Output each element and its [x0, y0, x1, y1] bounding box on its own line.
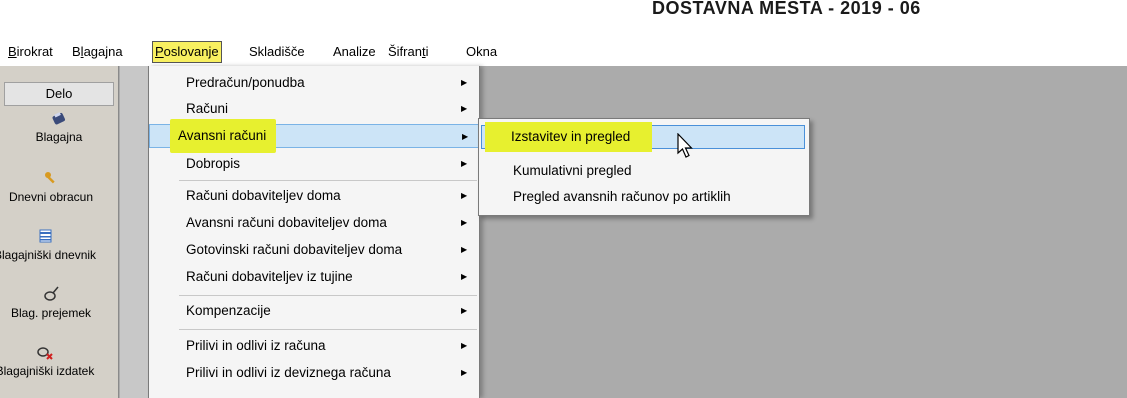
submenu-arrow-icon: ▶ — [461, 368, 468, 377]
menu-separator — [179, 329, 477, 330]
menu-item-label: Računi dobaviteljev doma — [186, 188, 341, 203]
submenu-arrow-icon: ▶ — [461, 306, 468, 315]
menu-poslovanje[interactable]: Poslovanje — [152, 41, 222, 63]
menu-item-label: Prilivi in odlivi iz deviznega računa — [186, 365, 391, 380]
menu-item-avansni-racuni[interactable]: Avansni računi ▶ — [149, 119, 479, 153]
menu-analize[interactable]: Analize — [331, 42, 378, 62]
key-icon — [0, 170, 110, 188]
submenu-arrow-icon: ▶ — [461, 78, 468, 87]
submenu-arrow-icon: ▶ — [461, 159, 468, 168]
sidebar-item-blagajna[interactable]: Blagajna — [0, 110, 118, 144]
menu-item-kompenzacije[interactable]: Kompenzacije ▶ — [149, 300, 479, 322]
menu-skladisce[interactable]: Skladišče — [247, 42, 307, 62]
sidebar-item-label: Dnevni obracun — [8, 190, 94, 204]
menu-bar: Birokrat Blagajna Poslovanje Skladišče A… — [0, 38, 1127, 66]
sidebar-item-dnevni-obracun[interactable]: Dnevni obracun — [0, 170, 110, 204]
sidebar: Delo Blagajna Dnevni obracun Blagajniški… — [0, 66, 119, 398]
submenu-arrow-icon: ▶ — [462, 132, 469, 141]
menu-item-racuni-dobaviteljev-doma[interactable]: Računi dobaviteljev doma ▶ — [149, 185, 479, 207]
menu-item-prilivi-deviznega[interactable]: Prilivi in odlivi iz deviznega računa ▶ — [149, 362, 479, 384]
poslovanje-dropdown: Predračun/ponudba ▶ Računi ▶ Avansni rač… — [148, 66, 480, 398]
sidebar-item-blagajniski-dnevnik[interactable]: Blagajniški dnevnik — [0, 228, 104, 262]
submenu-item-pregled-po-artiklih[interactable]: Pregled avansnih računov po artiklih — [479, 185, 807, 209]
menu-item-dobropis[interactable]: Dobropis ▶ — [149, 153, 479, 175]
menu-item-label: Izstavitev in pregled — [485, 122, 653, 152]
menu-item-predracun[interactable]: Predračun/ponudba ▶ — [149, 72, 479, 94]
menu-item-avansni-racuni-dobaviteljev[interactable]: Avansni računi dobaviteljev doma ▶ — [149, 212, 479, 234]
title-gap — [0, 30, 1127, 38]
menu-item-label: Pregled avansnih računov po artiklih — [513, 189, 731, 204]
submenu-arrow-icon: ▶ — [461, 191, 468, 200]
submenu-item-kumulativni[interactable]: Kumulativni pregled — [479, 159, 807, 183]
menu-item-racuni-iz-tujine[interactable]: Računi dobaviteljev iz tujine ▶ — [149, 266, 479, 288]
menu-item-gotovinski-racuni[interactable]: Gotovinski računi dobaviteljev doma ▶ — [149, 239, 479, 261]
menu-separator — [179, 295, 477, 296]
submenu-arrow-icon: ▶ — [461, 218, 468, 227]
wallet-icon — [0, 110, 118, 128]
menu-item-prilivi-racuna[interactable]: Prilivi in odlivi iz računa ▶ — [149, 335, 479, 357]
sidebar-item-label: Blagajniški dnevnik — [0, 248, 97, 262]
sidebar-item-label: Blagajniški izdatek — [0, 364, 95, 378]
submenu-arrow-icon: ▶ — [461, 341, 468, 350]
menu-item-label: Kompenzacije — [186, 303, 271, 318]
menu-separator — [179, 180, 477, 181]
mouse-cursor-icon — [677, 133, 693, 158]
menu-item-label: Gotovinski računi dobaviteljev doma — [186, 242, 403, 257]
submenu-arrow-icon: ▶ — [461, 245, 468, 254]
menu-item-label: Predračun/ponudba — [186, 75, 305, 90]
menu-okna[interactable]: Okna — [464, 42, 499, 62]
sidebar-item-blag-prejemek[interactable]: Blag. prejemek — [0, 286, 110, 320]
window-title: DOSTAVNA MESTA - 2019 - 06 — [652, 0, 921, 18]
ledger-icon — [0, 228, 104, 246]
pin-remove-icon — [0, 344, 104, 362]
sidebar-item-label: Blagajna — [35, 130, 83, 144]
menu-item-label: Avansni računi — [170, 119, 277, 153]
sidebar-item-blagajniski-izdatek[interactable]: Blagajniški izdatek — [0, 344, 104, 378]
submenu-arrow-icon: ▶ — [461, 104, 468, 113]
menu-item-label: Dobropis — [186, 156, 241, 171]
menu-sifranti[interactable]: Šifranti — [386, 42, 430, 62]
sidebar-header: Delo — [4, 82, 114, 106]
avansni-racuni-submenu: Izstavitev in pregled Kumulativni pregle… — [478, 118, 810, 216]
sidebar-splitter[interactable] — [120, 66, 148, 398]
submenu-item-izstavitev[interactable]: Izstavitev in pregled — [481, 122, 805, 152]
menu-item-label: Prilivi in odlivi iz računa — [186, 338, 326, 353]
menu-item-racuni[interactable]: Računi ▶ — [149, 98, 479, 120]
menu-item-label: Računi — [186, 101, 229, 116]
menu-item-label: Računi dobaviteljev iz tujine — [186, 269, 353, 284]
menu-birokrat[interactable]: Birokrat — [6, 42, 55, 62]
menu-blagajna[interactable]: Blagajna — [70, 42, 125, 62]
submenu-arrow-icon: ▶ — [461, 272, 468, 281]
menu-item-label: Avansni računi dobaviteljev doma — [186, 215, 387, 230]
window-title-bar: DOSTAVNA MESTA - 2019 - 06 — [0, 0, 1127, 30]
pin-icon — [0, 286, 110, 304]
menu-item-label: Kumulativni pregled — [513, 163, 632, 178]
sidebar-item-label: Blag. prejemek — [10, 306, 92, 320]
